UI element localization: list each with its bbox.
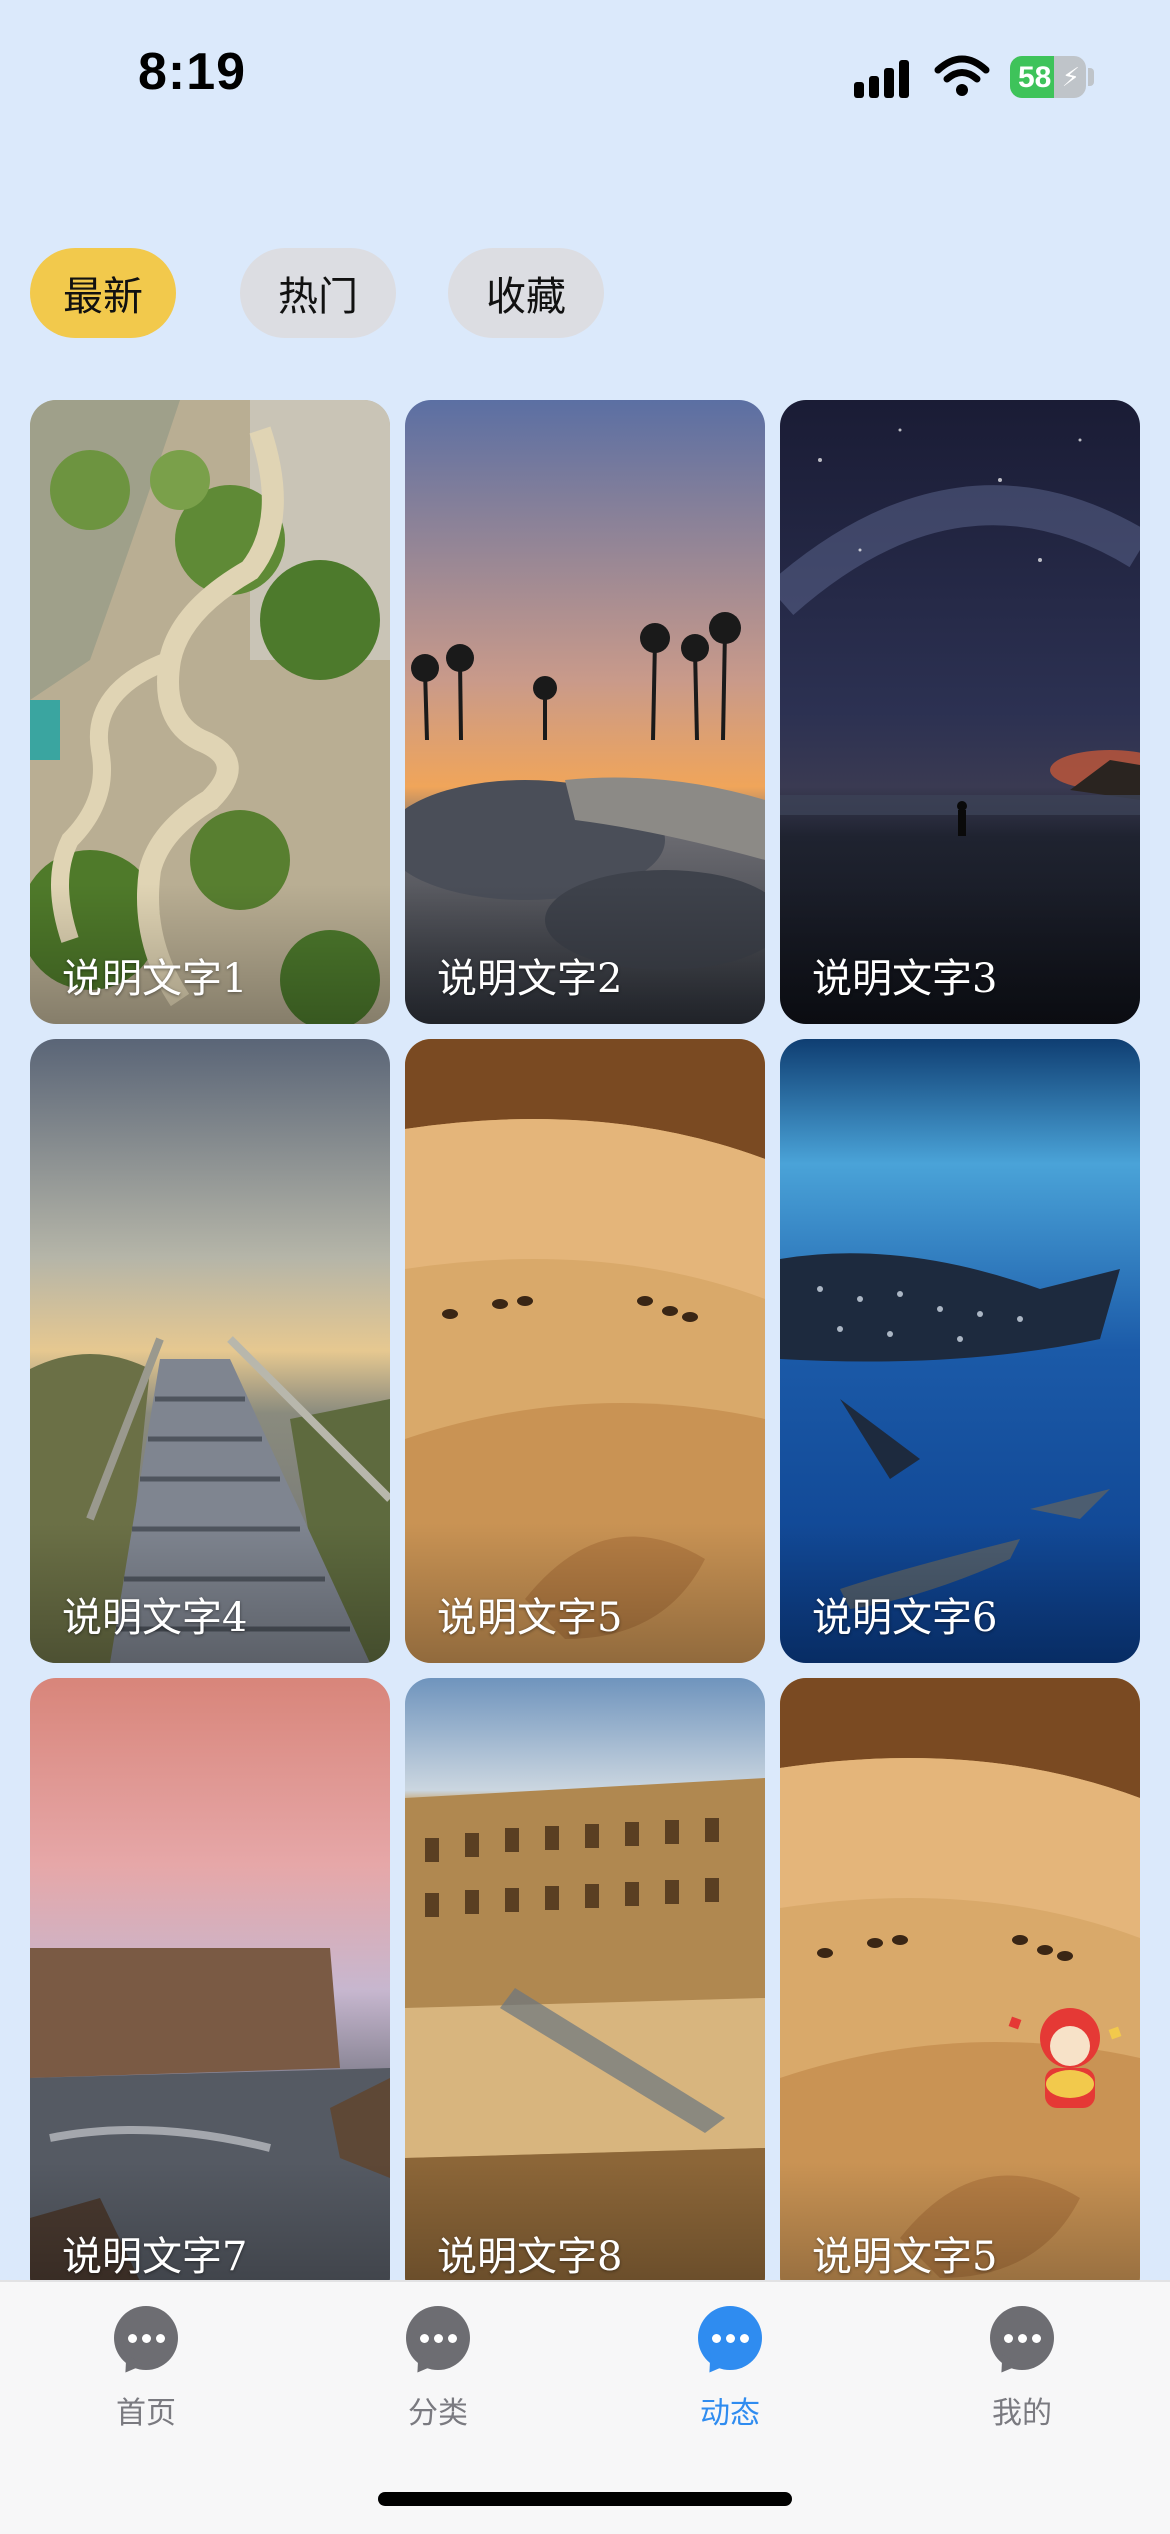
chat-bubble-icon [406,2306,470,2379]
card-caption: 说明文字3 [812,956,998,1002]
nav-label-feed: 动态 [700,2396,760,2431]
image-card-1[interactable]: 说明文字1 [30,400,390,1024]
status-time: 8:19 [138,43,247,101]
card-caption: 说明文字7 [62,2234,248,2280]
image-grid: 说明文字1 说明文字2 说明文字3 说明文字4 说明文字5 说明文字6 说明文字… [30,400,1140,2280]
card-caption: 说明文字2 [437,956,623,1002]
charging-bolt-icon: ⚡ [1061,63,1080,93]
card-caption: 说明文字1 [62,956,248,1002]
card-caption: 说明文字4 [62,1595,248,1641]
image-card-9[interactable]: 说明文字5 [780,1678,1140,2280]
nav-item-feed[interactable]: 动态 [630,2306,830,2446]
nav-label-me: 我的 [992,2396,1052,2431]
chat-bubble-icon [698,2306,762,2379]
image-card-8[interactable]: 说明文字8 [405,1678,765,2280]
tab-latest[interactable]: 最新 [30,248,176,338]
image-card-5[interactable]: 说明文字5 [405,1039,765,1663]
image-card-6[interactable]: 说明文字6 [780,1039,1140,1663]
card-caption: 说明文字5 [437,1595,623,1641]
card-caption: 说明文字8 [437,2234,623,2280]
cellular-signal-icon [854,58,914,98]
tab-popular[interactable]: 热门 [240,248,396,338]
nav-item-me[interactable]: 我的 [922,2306,1122,2446]
nav-item-category[interactable]: 分类 [338,2306,538,2446]
tab-favorites[interactable]: 收藏 [448,248,604,338]
image-card-2[interactable]: 说明文字2 [405,400,765,1024]
image-card-3[interactable]: 说明文字3 [780,400,1140,1024]
nav-label-home: 首页 [116,2396,176,2431]
chat-bubble-icon [114,2306,178,2379]
chat-bubble-icon [990,2306,1054,2379]
home-indicator [378,2492,792,2506]
battery-percent: 58 [1018,61,1052,94]
card-caption: 说明文字6 [812,1595,998,1641]
battery-icon: 58 ⚡ [1010,56,1086,98]
nav-label-category: 分类 [408,2396,468,2431]
battery-tip [1088,68,1094,86]
image-card-7[interactable]: 说明文字7 [30,1678,390,2280]
image-card-4[interactable]: 说明文字4 [30,1039,390,1663]
nav-item-home[interactable]: 首页 [46,2306,246,2446]
mascot-sticker-icon[interactable] [1000,1998,1130,2118]
card-caption: 说明文字5 [812,2234,998,2280]
status-bar: 8:19 58 ⚡ [0,0,1170,150]
wifi-icon [934,55,990,96]
